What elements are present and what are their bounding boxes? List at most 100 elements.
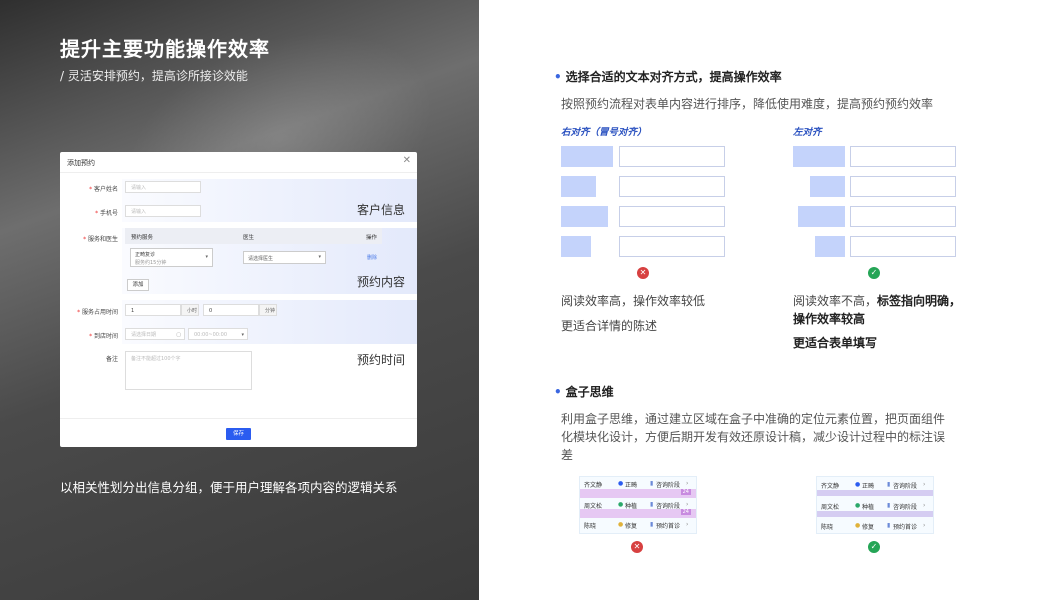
time-placeholder: 00:00~00:00 bbox=[194, 332, 228, 338]
dot-icon: • bbox=[554, 70, 562, 84]
label-block bbox=[810, 176, 845, 197]
list-item: 齐文静 ● 正畸 ▮ 咨询阶段 › bbox=[580, 477, 696, 489]
date-picker[interactable]: 请选择日期 ▢ bbox=[125, 328, 185, 340]
duration-label: * 服务占用时间 bbox=[77, 309, 118, 316]
table-header: 预约服务 医生 操作 bbox=[125, 228, 382, 244]
chevron-right-icon: › bbox=[923, 502, 926, 509]
chevron-right-icon: › bbox=[686, 501, 689, 508]
stage-icon: ▮ bbox=[650, 480, 654, 487]
chevron-right-icon: › bbox=[686, 480, 689, 487]
close-icon[interactable]: ✕ bbox=[403, 155, 411, 166]
input-block bbox=[619, 176, 725, 197]
date-placeholder: 请选择日期 bbox=[131, 332, 157, 338]
phone-input[interactable]: 请输入 bbox=[125, 205, 201, 217]
save-button[interactable]: 保存 bbox=[226, 428, 251, 440]
add-service-button[interactable]: 添加 bbox=[127, 279, 149, 291]
chevron-right-icon: › bbox=[923, 481, 926, 488]
row-name: 陈晓 bbox=[821, 524, 834, 531]
chevron-right-icon: › bbox=[686, 521, 689, 528]
x-circle-icon: ✕ bbox=[631, 541, 643, 553]
doctor-select-placeholder: 请选择医生 bbox=[248, 256, 274, 262]
dot-icon: ● bbox=[855, 481, 861, 488]
page-subtitle: / 灵活安排预约，提高诊所接诊效能 bbox=[60, 69, 248, 83]
input-block bbox=[850, 236, 956, 257]
left-caption: 以相关性划分出信息分组，便于用户理解各项内容的逻辑关系 bbox=[60, 480, 398, 495]
good-note-line2: 操作效率较高 bbox=[793, 312, 866, 326]
row-stage: 咨询阶段 bbox=[656, 503, 681, 510]
customer-name-input[interactable]: 请输入 bbox=[125, 181, 201, 193]
good-note-plain: 阅读效率不高， bbox=[793, 294, 878, 308]
list-item: 陈晓 ● 修复 ▮ 预约首诊 › bbox=[817, 519, 933, 531]
dot-icon: ● bbox=[855, 502, 861, 509]
divider-band bbox=[817, 490, 933, 496]
customer-name-label: * 客户姓名 bbox=[89, 186, 118, 193]
header-service: 预约服务 bbox=[131, 235, 154, 241]
divider-band bbox=[817, 511, 933, 517]
row-stage: 咨询阶段 bbox=[656, 482, 681, 489]
section-box-title: • 盒子思维 bbox=[554, 385, 614, 399]
row-name: 周文松 bbox=[821, 504, 840, 511]
row-stage: 预约首诊 bbox=[893, 524, 918, 531]
label-block bbox=[815, 236, 845, 257]
label-block bbox=[561, 176, 596, 197]
time-picker[interactable]: 00:00~00:00 ▾ bbox=[188, 328, 248, 340]
good-note-line1: 阅读效率不高，标签指向明确， bbox=[793, 292, 961, 309]
notes-textarea[interactable]: 备注不能超过100个字 bbox=[125, 351, 252, 390]
list-item: 周文松 ● 种植 ▮ 咨询阶段 › bbox=[580, 498, 696, 510]
footer-divider bbox=[60, 418, 417, 419]
dot-icon: ● bbox=[618, 501, 624, 508]
header-doctor: 医生 bbox=[243, 235, 255, 241]
row-type: 种植 bbox=[862, 504, 875, 511]
header-action: 操作 bbox=[366, 235, 378, 241]
service-table: 预约服务 医生 操作 正畸复诊 服务约15分钟 ▾ 请选择医生 ▾ 删除 bbox=[125, 228, 382, 288]
minutes-unit: 分钟 bbox=[259, 304, 277, 316]
dot-icon: • bbox=[554, 385, 562, 399]
stage-icon: ▮ bbox=[650, 501, 654, 508]
left-panel: 提升主要功能操作效率 / 灵活安排预约，提高诊所接诊效能 添加预约 ✕ * 客户… bbox=[0, 0, 479, 600]
arrival-label: * 到店时间 bbox=[89, 333, 118, 340]
highlight-band bbox=[580, 509, 696, 518]
label-block bbox=[561, 236, 591, 257]
chevron-down-icon: ▾ bbox=[241, 332, 244, 338]
input-block bbox=[850, 146, 956, 167]
row-type: 修复 bbox=[625, 523, 638, 530]
left-align-label: 左对齐 bbox=[793, 127, 822, 138]
calendar-icon: ▢ bbox=[176, 332, 181, 338]
stage-icon: ▮ bbox=[887, 522, 891, 529]
dot-icon: ● bbox=[855, 522, 861, 529]
doctor-select[interactable]: 请选择医生 ▾ bbox=[243, 251, 326, 264]
label-block bbox=[561, 206, 608, 227]
stage-icon: ▮ bbox=[887, 481, 891, 488]
row-type: 正畸 bbox=[625, 482, 638, 489]
label-block bbox=[561, 146, 613, 167]
chevron-right-icon: › bbox=[923, 522, 926, 529]
dialog-title: 添加预约 bbox=[67, 159, 95, 167]
stage-icon: ▮ bbox=[887, 502, 891, 509]
dot-icon: ● bbox=[618, 480, 624, 487]
chevron-down-icon: ▾ bbox=[318, 254, 321, 260]
group-tag-appointment-time: 预约时间 bbox=[357, 353, 406, 367]
row-stage: 咨询阶段 bbox=[893, 504, 918, 511]
row-type: 种植 bbox=[625, 503, 638, 510]
service-duration-hint: 服务约15分钟 bbox=[135, 260, 167, 266]
hours-input[interactable]: 1 bbox=[125, 304, 181, 316]
label-block bbox=[798, 206, 845, 227]
bad-note-line1: 阅读效率高，操作效率较低 bbox=[561, 294, 706, 308]
row-stage: 预约首诊 bbox=[656, 523, 681, 530]
dot-icon: ● bbox=[618, 521, 624, 528]
input-block bbox=[619, 146, 725, 167]
delete-link[interactable]: 删除 bbox=[367, 254, 377, 261]
group-tag-appointment-content: 预约内容 bbox=[357, 275, 406, 289]
minutes-input[interactable]: 0 bbox=[203, 304, 259, 316]
divider bbox=[60, 172, 417, 173]
highlight-band bbox=[580, 489, 696, 498]
row-stage: 咨询阶段 bbox=[893, 483, 918, 490]
list-item: 周文松 ● 种植 ▮ 咨询阶段 › bbox=[817, 499, 933, 511]
good-note-bold: 标签指向明确， bbox=[877, 294, 962, 308]
notes-label: 备注 bbox=[105, 356, 118, 363]
row-name: 周文松 bbox=[584, 503, 603, 510]
service-select[interactable]: 正畸复诊 服务约15分钟 ▾ bbox=[130, 248, 213, 267]
good-note-line3: 更适合表单填写 bbox=[793, 336, 878, 350]
box-example-good: 齐文静 ● 正畸 ▮ 咨询阶段 › 周文松 ● 种植 ▮ 咨询阶段 › 陈晓 ● 修复 ▮… bbox=[816, 476, 934, 534]
hours-unit: 小时 bbox=[181, 304, 199, 316]
